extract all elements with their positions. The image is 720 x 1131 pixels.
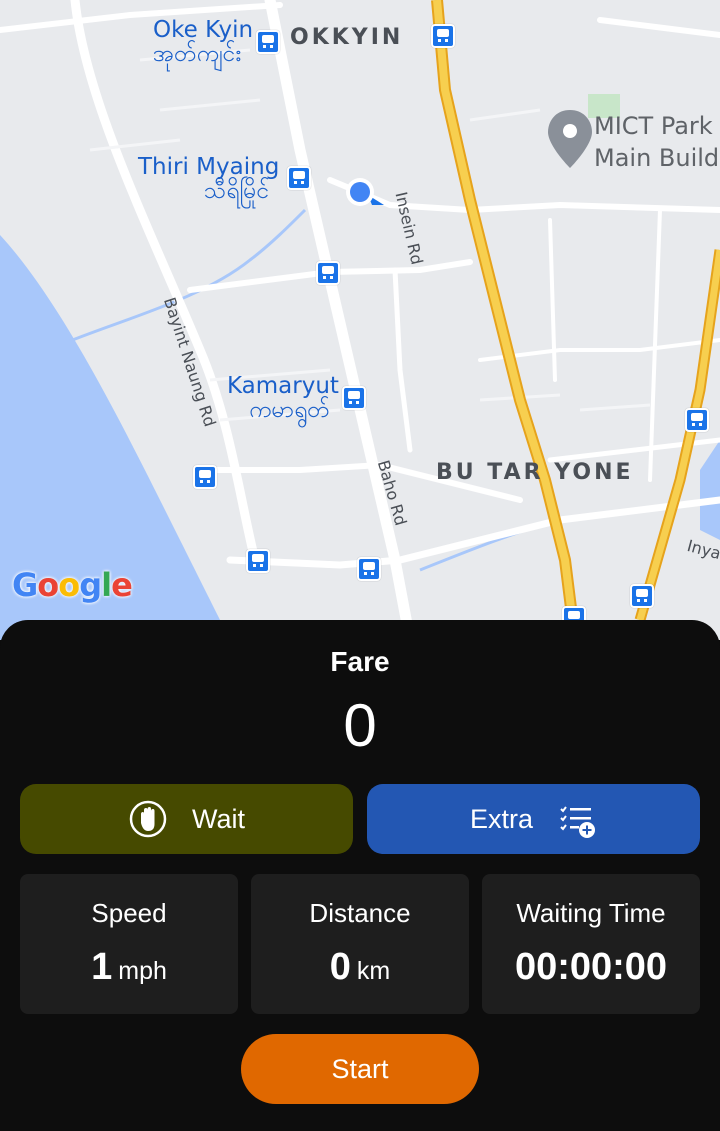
distance-value: 0 bbox=[329, 946, 351, 988]
bus-stop-icon[interactable] bbox=[431, 24, 455, 48]
place-label: Kamaryut bbox=[227, 373, 339, 399]
bus-stop-icon[interactable] bbox=[246, 549, 270, 573]
poi-label: Main Build bbox=[594, 144, 720, 172]
speed-readout: 1 mph bbox=[20, 946, 238, 989]
extra-label: Extra bbox=[469, 803, 534, 834]
hand-stop-icon bbox=[128, 799, 168, 839]
area-bu-tar-yone: BU TAR YONE bbox=[436, 460, 634, 485]
fare-title: Fare bbox=[330, 646, 390, 677]
waiting-time-readout: 00:00:00 bbox=[482, 946, 700, 989]
speed-label: Speed bbox=[91, 898, 167, 928]
place-thiri-myaing: Thiri Myaing သီရိမြိုင် bbox=[138, 155, 279, 203]
taxi-meter-panel: Fare 0 Wait Extra Speed 1 mph Distance 0… bbox=[0, 620, 720, 1131]
place-label: Oke Kyin bbox=[153, 17, 254, 43]
speed-unit: mph bbox=[118, 957, 167, 985]
bus-stop-icon[interactable] bbox=[193, 465, 217, 489]
bus-stop-icon[interactable] bbox=[630, 584, 654, 608]
checklist-add-icon bbox=[557, 799, 597, 839]
waiting-time-value: 00:00:00 bbox=[514, 946, 668, 988]
bus-stop-icon[interactable] bbox=[357, 557, 381, 581]
bus-stop-icon[interactable] bbox=[342, 386, 366, 410]
speed-value: 1 bbox=[91, 946, 113, 988]
waiting-time-card: Waiting Time 00:00:00 bbox=[482, 874, 700, 1014]
wait-label: Wait bbox=[192, 803, 245, 834]
area-okkyin: OKKYIN bbox=[290, 25, 404, 50]
bus-stop-icon[interactable] bbox=[287, 166, 311, 190]
poi-mict-park[interactable]: MICT Park Main Build bbox=[594, 110, 719, 174]
place-label-local: ကမာရွတ် bbox=[249, 397, 330, 423]
speed-card: Speed 1 mph bbox=[20, 874, 238, 1014]
wait-button[interactable]: Wait bbox=[20, 784, 353, 854]
bus-stop-icon[interactable] bbox=[256, 30, 280, 54]
place-oke-kyin: Oke Kyin အုတ်ကျင်း bbox=[153, 18, 253, 66]
map-view[interactable]: Oke Kyin အုတ်ကျင်း OKKYIN Thiri Myaing သ… bbox=[0, 0, 720, 640]
google-logo: Google bbox=[12, 566, 133, 604]
place-kamaryut: Kamaryut ကမာရွတ် bbox=[227, 374, 339, 422]
start-button[interactable]: Start bbox=[241, 1034, 479, 1104]
place-label-local: သီရိမြိုင် bbox=[204, 178, 270, 204]
waiting-time-label: Waiting Time bbox=[516, 898, 666, 928]
distance-card: Distance 0 km bbox=[251, 874, 469, 1014]
bus-stop-icon[interactable] bbox=[685, 408, 709, 432]
fare-value: 0 bbox=[343, 692, 377, 759]
distance-unit: km bbox=[356, 957, 391, 985]
distance-readout: 0 km bbox=[251, 946, 469, 989]
place-label: Thiri Myaing bbox=[138, 154, 280, 180]
distance-label: Distance bbox=[309, 898, 411, 928]
place-label-local: အုတ်ကျင်း bbox=[153, 41, 242, 67]
map-roads bbox=[0, 0, 720, 640]
bus-stop-icon[interactable] bbox=[316, 261, 340, 285]
poi-label: MICT Park bbox=[594, 112, 713, 140]
extra-button[interactable]: Extra bbox=[367, 784, 700, 854]
